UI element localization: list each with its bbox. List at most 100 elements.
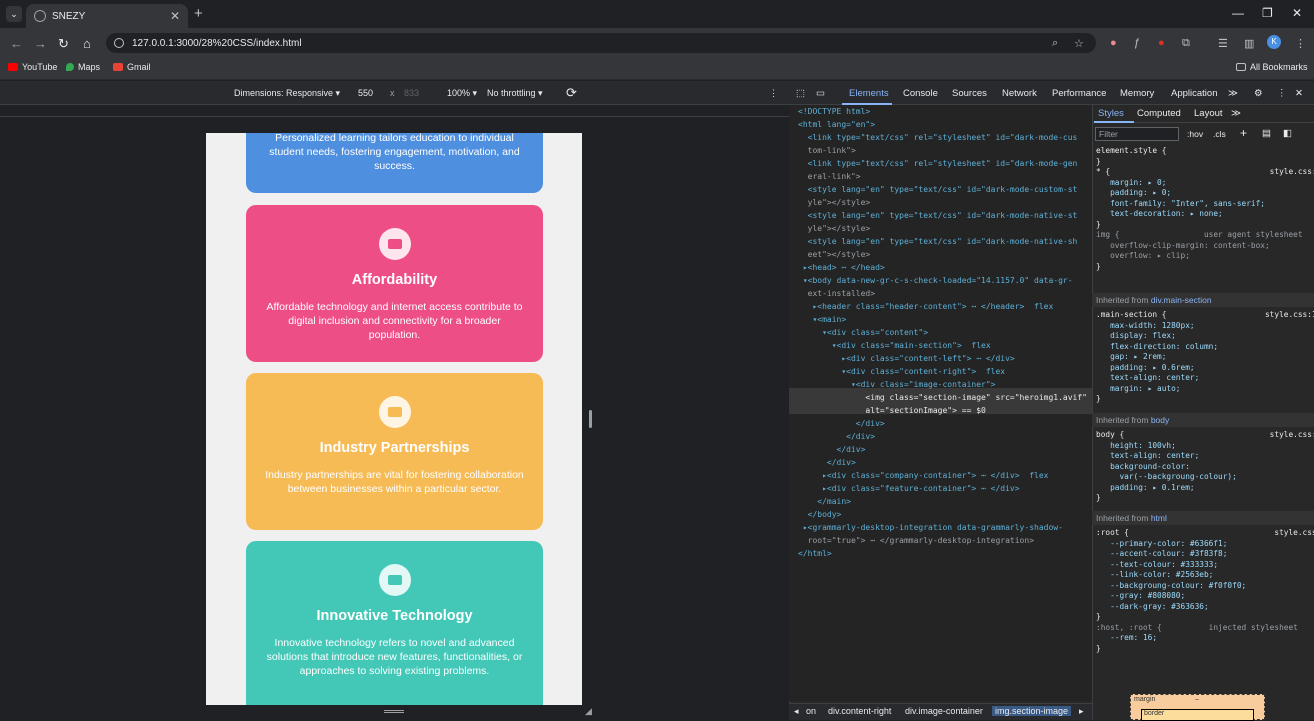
dom-line[interactable]: ▸<head> ⋯ </head> xyxy=(798,261,885,274)
style-line[interactable]: } xyxy=(1096,157,1101,168)
dom-line[interactable]: ▸<div class="feature-container"> ⋯ </div… xyxy=(798,482,1019,495)
dom-line[interactable]: eet"></style> xyxy=(798,248,871,261)
settings-gear-icon[interactable]: ⚙ xyxy=(1254,88,1263,99)
style-line[interactable]: :host, :root { injected stylesheet xyxy=(1096,623,1298,634)
dom-line[interactable]: </div> xyxy=(798,430,875,443)
site-info-icon[interactable] xyxy=(114,38,124,48)
tab-elements[interactable]: Elements xyxy=(849,88,889,99)
style-line[interactable]: --rem: 16; xyxy=(1096,633,1157,644)
profile-avatar[interactable]: K xyxy=(1267,35,1281,49)
close-window-button[interactable]: ✕ xyxy=(1292,6,1302,20)
style-line[interactable]: font-family: "Inter", sans-serif; xyxy=(1096,199,1265,210)
dom-line[interactable]: </body> xyxy=(798,508,842,521)
dom-line[interactable]: </main> xyxy=(798,495,851,508)
style-line[interactable]: text-decoration: ▸ none; xyxy=(1096,209,1223,220)
dom-line[interactable]: ▾<div class="content"> xyxy=(798,326,928,339)
style-line[interactable]: gap: ▸ 2rem; xyxy=(1096,352,1166,363)
style-line[interactable]: } xyxy=(1096,262,1101,273)
dom-line[interactable]: <!DOCTYPE html> xyxy=(798,105,870,118)
minimize-button[interactable]: — xyxy=(1232,6,1244,20)
more-style-tabs-icon[interactable]: ≫ xyxy=(1231,108,1241,119)
new-rule-icon[interactable]: + xyxy=(1240,126,1247,140)
forward-button[interactable]: → xyxy=(34,36,47,51)
zoom-dropdown[interactable]: 100% ▾ xyxy=(447,88,477,99)
dom-line[interactable]: yle"></style> xyxy=(798,196,871,209)
dom-line[interactable]: tom-link"> xyxy=(798,144,856,157)
style-line[interactable]: --link-color: #2563eb; xyxy=(1096,570,1213,581)
dom-line[interactable]: ▾<div class="main-section"> flex xyxy=(798,339,991,352)
dom-line[interactable]: ▸<div class="company-container"> ⋯ </div… xyxy=(798,469,1048,482)
style-line[interactable]: :root { style.css:4 xyxy=(1096,528,1314,539)
dom-line[interactable]: root="true"> ⋯ </grammarly-desktop-integ… xyxy=(798,534,1034,547)
extensions-puzzle-icon[interactable]: ⧉ xyxy=(1182,37,1190,50)
style-line[interactable]: } xyxy=(1096,612,1101,623)
style-line[interactable]: display: flex; xyxy=(1096,331,1176,342)
tab-sources[interactable]: Sources xyxy=(952,88,987,99)
style-line[interactable]: margin: ▸ auto; xyxy=(1096,384,1180,395)
tab-network[interactable]: Network xyxy=(1002,88,1037,99)
style-line[interactable]: element.style { xyxy=(1096,146,1166,157)
style-line[interactable]: } xyxy=(1096,644,1101,655)
style-line[interactable]: } xyxy=(1096,220,1101,231)
style-line[interactable]: padding: ▸ 0; xyxy=(1096,188,1171,199)
style-line[interactable]: --gray: #808080; xyxy=(1096,591,1185,602)
bookmark-maps[interactable]: Maps xyxy=(66,62,100,72)
dom-line[interactable]: </div> xyxy=(798,443,866,456)
style-line[interactable]: --text-colour: #333333; xyxy=(1096,560,1218,571)
menu-icon[interactable]: ⋮ xyxy=(1295,37,1306,50)
style-line[interactable]: text-align: center; xyxy=(1096,451,1199,462)
dom-line[interactable]: ▸<div class="content-left"> ⋯ </div> xyxy=(798,352,1014,365)
dom-line[interactable]: <img class="section-image" src="heroimg1… xyxy=(798,391,1087,404)
bookmark-gmail[interactable]: Gmail xyxy=(113,62,151,72)
dom-line[interactable]: </div> xyxy=(798,456,856,469)
dom-line[interactable]: ▾<div class="image-container"> xyxy=(798,378,996,391)
paint-icon[interactable]: ▤ xyxy=(1262,128,1271,139)
corner-resize-handle[interactable]: ◢ xyxy=(585,706,592,717)
home-button[interactable]: ⌂ xyxy=(83,36,91,51)
style-line[interactable]: var(--backgroung-colour); xyxy=(1096,472,1236,483)
style-line[interactable]: overflow-clip-margin: content-box; xyxy=(1096,241,1270,252)
style-line[interactable]: background-color: xyxy=(1096,462,1190,473)
bookmark-star-icon[interactable]: ☆ xyxy=(1074,37,1084,50)
more-tabs-icon[interactable]: ≫ xyxy=(1228,88,1238,99)
new-tab-button[interactable]: + xyxy=(194,5,203,22)
breadcrumb-scroll-left[interactable]: ◂ xyxy=(794,706,799,717)
style-line[interactable]: --dark-gray: #363636; xyxy=(1096,602,1209,613)
back-button[interactable]: ← xyxy=(10,36,23,51)
style-line[interactable]: max-width: 1280px; xyxy=(1096,321,1195,332)
bookmark-youtube[interactable]: YouTube xyxy=(8,62,57,72)
style-line[interactable]: } xyxy=(1096,493,1101,504)
width-input[interactable]: 550 xyxy=(358,88,373,98)
dom-line[interactable]: <style lang="en" type="text/css" id="dar… xyxy=(798,183,1078,196)
zoom-icon[interactable]: ⌕ xyxy=(1052,37,1058,50)
breadcrumb-scroll-right[interactable]: ▸ xyxy=(1079,706,1084,717)
tab-performance[interactable]: Performance xyxy=(1052,88,1106,99)
side-panel-icon[interactable]: ▥ xyxy=(1244,37,1254,50)
dom-line[interactable]: <style lang="en" type="text/css" id="dar… xyxy=(798,235,1078,248)
all-bookmarks[interactable]: All Bookmarks xyxy=(1236,62,1308,72)
breadcrumb-item[interactable]: div.content-right xyxy=(828,706,891,716)
tab-memory[interactable]: Memory xyxy=(1120,88,1154,99)
style-line[interactable]: margin: ▸ 0; xyxy=(1096,178,1166,189)
sidebar-toggle-icon[interactable]: ◧ xyxy=(1283,128,1292,139)
hov-toggle[interactable]: :hov xyxy=(1187,129,1203,139)
style-line[interactable]: padding: ▸ 0.1rem; xyxy=(1096,483,1195,494)
breadcrumb-item[interactable]: on xyxy=(806,706,816,716)
style-line[interactable]: flex-direction: column; xyxy=(1096,342,1218,353)
throttling-dropdown[interactable]: No throttling ▾ xyxy=(487,88,543,99)
dom-line[interactable]: <link type="text/css" rel="stylesheet" i… xyxy=(798,131,1078,144)
dimensions-dropdown[interactable]: Dimensions: Responsive ▾ xyxy=(234,88,340,99)
dom-line[interactable]: yle"></style> xyxy=(798,222,871,235)
dom-line[interactable]: ▾<div class="content-right"> flex xyxy=(798,365,1005,378)
close-tab-icon[interactable]: ✕ xyxy=(170,9,180,23)
dom-line[interactable]: eral-link"> xyxy=(798,170,861,183)
reload-button[interactable]: ↻ xyxy=(58,36,69,52)
style-line[interactable]: text-align: center; xyxy=(1096,373,1199,384)
extension-icon[interactable]: ● xyxy=(1110,37,1117,49)
dom-line[interactable]: <style lang="en" type="text/css" id="dar… xyxy=(798,209,1078,222)
devtools-menu-icon[interactable]: ⋮ xyxy=(1277,88,1287,99)
extension-icon[interactable]: ● xyxy=(1158,37,1165,49)
close-devtools-icon[interactable]: ✕ xyxy=(1295,88,1303,99)
dom-line[interactable]: ▾<main> xyxy=(798,313,846,326)
dom-line[interactable]: ▸<grammarly-desktop-integration data-gra… xyxy=(798,521,1063,534)
